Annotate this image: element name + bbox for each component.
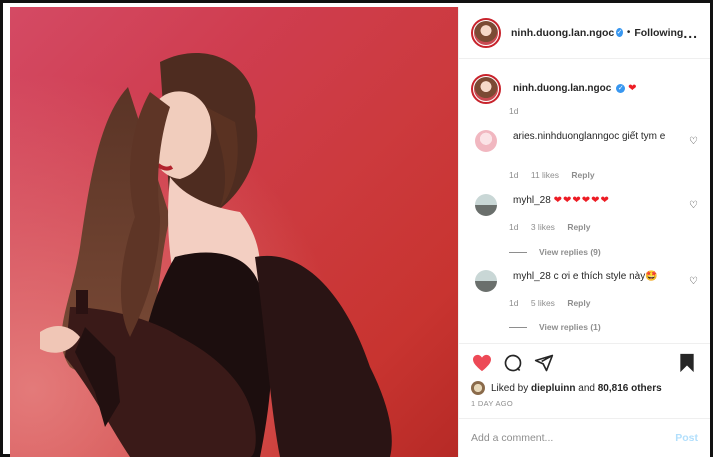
comment-likes[interactable]: 11 likes	[531, 170, 559, 180]
liker-username[interactable]: diepluinn	[531, 383, 575, 394]
view-replies-button[interactable]: View replies (1)	[509, 322, 601, 332]
reply-button[interactable]: Reply	[567, 298, 590, 308]
comment-time[interactable]: 1d	[509, 298, 518, 308]
like-comment-icon[interactable]: ♡	[689, 200, 698, 211]
verified-badge-icon: ✓	[616, 28, 623, 37]
liked-by-prefix: Liked by	[491, 382, 529, 394]
comment-item: aries.ninhduonglanngoc giết tym e ♡	[471, 130, 698, 152]
caption-item: ninh.duong.lan.ngoc ✓ ❤	[471, 74, 698, 104]
comment-username[interactable]: myhl_28	[513, 271, 551, 282]
comment-likes[interactable]: 3 likes	[531, 222, 555, 232]
like-heart-icon[interactable]	[471, 352, 493, 374]
comment-meta: 1d 3 likes Reply	[509, 222, 600, 232]
comment-username[interactable]: myhl_28	[513, 195, 551, 206]
more-options-icon[interactable]: ...	[683, 25, 698, 41]
comment-item: myhl_28 c ơi e thích style này🤩 ♡	[471, 270, 698, 292]
post-comment-button[interactable]: Post	[675, 432, 698, 444]
liker-avatar[interactable]	[471, 381, 485, 395]
comments-list[interactable]: ninh.duong.lan.ngoc ✓ ❤ 1d aries.ninhduon…	[459, 60, 710, 342]
reply-button[interactable]: Reply	[571, 170, 594, 180]
comment-text: aries.ninhduonglanngoc giết tym e	[513, 130, 698, 144]
verified-badge-icon: ✓	[616, 84, 626, 93]
comment-body: ❤❤❤❤❤❤	[553, 195, 610, 206]
woman-portrait-image	[10, 7, 458, 457]
following-button[interactable]: Following	[634, 27, 683, 39]
view-replies-label: View replies (9)	[539, 247, 601, 257]
separator-dot: •	[626, 27, 631, 38]
comment-bubble-icon[interactable]	[502, 352, 524, 374]
caption-heart: ❤	[628, 83, 638, 94]
reply-button[interactable]: Reply	[567, 222, 590, 232]
caption-meta: 1d	[509, 106, 528, 116]
comment-meta: 1d 11 likes Reply	[509, 170, 605, 180]
post-actions-bar	[459, 343, 710, 381]
likes-others-count[interactable]: 80,816 others	[598, 383, 662, 394]
post-side-panel: ninh.duong.lan.ngoc ✓ • Following ... ni…	[458, 7, 710, 457]
post-header: ninh.duong.lan.ngoc ✓ • Following ...	[459, 7, 710, 59]
bookmark-icon[interactable]	[676, 352, 698, 374]
comment-body: giết tym e	[621, 131, 666, 142]
comment-meta: 1d 5 likes Reply	[509, 298, 600, 308]
post-image[interactable]	[10, 7, 458, 457]
caption-username[interactable]: ninh.duong.lan.ngoc	[513, 83, 611, 94]
caption-time[interactable]: 1d	[509, 106, 518, 116]
like-comment-icon[interactable]: ♡	[689, 276, 698, 287]
comment-time[interactable]: 1d	[509, 222, 518, 232]
view-replies-button[interactable]: View replies (9)	[509, 247, 601, 257]
likes-summary: Liked by diepluinn and 80,816 others	[471, 381, 698, 395]
post-window: ninh.duong.lan.ngoc ✓ • Following ... ni…	[0, 0, 713, 457]
share-send-icon[interactable]	[533, 352, 555, 374]
likes-and: and	[578, 382, 595, 394]
commenter-avatar[interactable]	[475, 194, 497, 216]
author-avatar[interactable]	[471, 17, 501, 48]
replies-divider	[509, 251, 527, 253]
comment-text: myhl_28 c ơi e thích style này🤩	[513, 270, 698, 284]
like-comment-icon[interactable]: ♡	[689, 136, 698, 147]
comment-username[interactable]: aries.ninhduonglanngoc	[513, 131, 619, 142]
add-comment-bar: Add a comment... Post	[459, 418, 710, 457]
caption-avatar[interactable]	[471, 74, 501, 104]
author-username[interactable]: ninh.duong.lan.ngoc	[511, 27, 614, 39]
comment-body: c ơi e thích style này🤩	[553, 271, 658, 282]
comment-input[interactable]: Add a comment...	[471, 432, 675, 444]
comment-text: myhl_28 ❤❤❤❤❤❤	[513, 194, 698, 208]
caption-text: ninh.duong.lan.ngoc ✓ ❤	[513, 82, 698, 96]
post-date[interactable]: 1 DAY AGO	[471, 399, 513, 408]
comment-time[interactable]: 1d	[509, 170, 518, 180]
comment-likes[interactable]: 5 likes	[531, 298, 555, 308]
comment-item: myhl_28 ❤❤❤❤❤❤ ♡	[471, 194, 698, 216]
view-replies-label: View replies (1)	[539, 322, 601, 332]
commenter-avatar[interactable]	[475, 270, 497, 292]
replies-divider	[509, 326, 527, 328]
commenter-avatar[interactable]	[475, 130, 497, 152]
